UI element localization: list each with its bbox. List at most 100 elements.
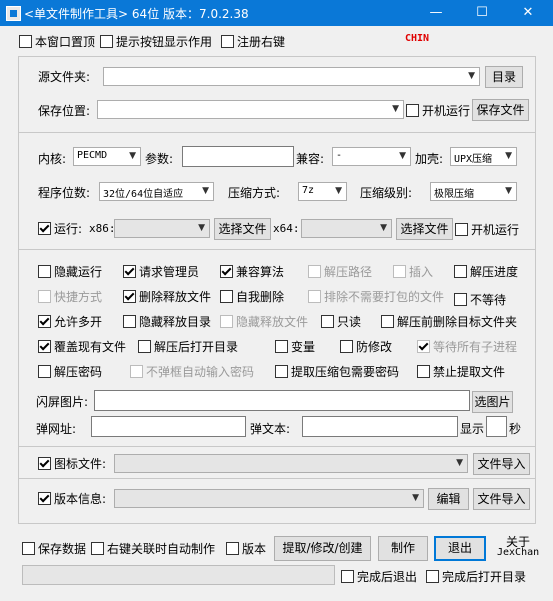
shortcut-checkbox[interactable]: 快捷方式 [38, 288, 102, 304]
version-info-combo[interactable]: ▼ [114, 489, 424, 508]
params-input[interactable] [182, 146, 294, 167]
readonly-checkbox[interactable]: 只读 [321, 313, 361, 329]
wait-children-checkbox[interactable]: 等待所有子进程 [417, 338, 517, 354]
select-image-button[interactable]: 选图片 [472, 391, 513, 413]
open-after-checkbox[interactable]: 完成后打开目录 [426, 568, 526, 584]
request-admin-checkbox[interactable]: 请求管理员 [123, 263, 199, 279]
shell-value: UPX压缩 [454, 154, 493, 165]
maximize-button[interactable]: ☐ [459, 0, 505, 26]
hide-release-dir-checkbox[interactable]: 隐藏释放目录 [123, 313, 211, 329]
extract-needs-password-checkbox[interactable]: 提取压缩包需要密码 [275, 363, 399, 379]
no-wait-checkbox[interactable]: 不等待 [454, 291, 506, 307]
save-data-checkbox[interactable]: 保存数据 [22, 540, 86, 556]
version-label: 版本 [242, 541, 267, 556]
self-delete-checkbox[interactable]: 自我删除 [220, 288, 284, 304]
anti-modify-checkbox[interactable]: 防修改 [340, 338, 392, 354]
level-label: 压缩级别: [360, 186, 413, 200]
minimize-button[interactable]: — [413, 0, 459, 26]
kernel-combo[interactable]: PECMD ▼ [73, 147, 141, 166]
x64-combo[interactable]: ▼ [301, 219, 392, 238]
run-checkbox[interactable]: 运行: [38, 220, 82, 236]
option-label: 删除释放文件 [139, 289, 212, 304]
x86-combo[interactable]: ▼ [114, 219, 210, 238]
option-label: 覆盖现有文件 [54, 339, 127, 354]
save-label: 保存位置: [38, 104, 91, 118]
option-label: 解压路径 [324, 264, 373, 279]
bits-combo[interactable]: 32位/64位自适应 ▼ [99, 182, 214, 201]
extract-path-checkbox[interactable]: 解压路径 [308, 263, 372, 279]
chevron-down-icon: ▼ [335, 186, 342, 196]
auto-make-checkbox[interactable]: 右键关联时自动制作 [91, 540, 215, 556]
method-combo[interactable]: 7z ▼ [298, 182, 347, 201]
splash-label: 闪屏图片: [36, 395, 89, 409]
option-label: 提取压缩包需要密码 [291, 364, 400, 379]
popup-url-label: 弹网址: [36, 422, 77, 436]
shell-combo[interactable]: UPX压缩 ▼ [450, 147, 517, 166]
version-info-checkbox[interactable]: 版本信息: [38, 490, 106, 506]
method-value: 7z [302, 185, 315, 196]
stay-on-top-checkbox[interactable]: 本窗口置顶 [19, 33, 95, 49]
delete-target-checkbox[interactable]: 解压前删除目标文件夹 [381, 313, 517, 329]
delete-released-checkbox[interactable]: 删除释放文件 [123, 288, 211, 304]
author-label[interactable]: JexChan [497, 547, 539, 558]
option-label: 解压密码 [54, 364, 103, 379]
exit-button[interactable]: 退出 [434, 536, 486, 561]
chevron-down-icon: ▼ [380, 223, 387, 233]
select-x86-button[interactable]: 选择文件 [214, 218, 271, 240]
level-combo[interactable]: 极限压缩 ▼ [430, 182, 517, 201]
option-label: 排除不需要打包的文件 [324, 289, 445, 304]
popup-text-input[interactable] [302, 416, 458, 437]
source-folder-combo[interactable]: ▼ [103, 67, 480, 86]
make-button[interactable]: 制作 [378, 536, 428, 561]
seconds-label: 秒 [509, 422, 522, 436]
edit-version-button[interactable]: 编辑 [428, 488, 469, 510]
forbid-extract-checkbox[interactable]: 禁止提取文件 [417, 363, 505, 379]
save-autorun-checkbox[interactable]: 开机运行 [406, 102, 470, 118]
exit-after-checkbox[interactable]: 完成后退出 [341, 568, 417, 584]
auto-password-checkbox[interactable]: 不弹框自动输入密码 [130, 363, 254, 379]
insert-checkbox[interactable]: 插入 [393, 263, 433, 279]
save-data-label: 保存数据 [38, 541, 87, 556]
select-x64-button[interactable]: 选择文件 [396, 218, 453, 240]
variable-checkbox[interactable]: 变量 [275, 338, 315, 354]
dir-button[interactable]: 目录 [485, 66, 523, 88]
save-location-combo[interactable]: ▼ [97, 100, 404, 119]
icon-import-button[interactable]: 文件导入 [473, 453, 530, 475]
option-label: 防修改 [356, 339, 393, 354]
icon-file-combo[interactable]: ▼ [114, 454, 468, 473]
compat-algo-checkbox[interactable]: 兼容算法 [220, 263, 284, 279]
register-menu-checkbox[interactable]: 注册右键 [221, 33, 285, 49]
run-label: 运行: [54, 221, 83, 236]
close-button[interactable]: ✕ [505, 0, 551, 26]
open-after-extract-checkbox[interactable]: 解压后打开目录 [138, 338, 238, 354]
run-autorun-checkbox[interactable]: 开机运行 [455, 221, 519, 237]
allow-multi-checkbox[interactable]: 允许多开 [38, 313, 102, 329]
chin-label: CHIN [405, 33, 430, 44]
show-tips-label: 提示按钮显示作用 [116, 34, 213, 49]
extract-modify-button[interactable]: 提取/修改/创建 [274, 536, 371, 561]
chevron-down-icon: ▼ [392, 104, 399, 114]
splash-input[interactable] [94, 390, 470, 411]
save-file-button[interactable]: 保存文件 [472, 99, 529, 121]
option-label: 自我删除 [236, 289, 285, 304]
chevron-down-icon: ▼ [399, 151, 406, 161]
exclude-files-checkbox[interactable]: 排除不需要打包的文件 [308, 288, 444, 304]
show-tips-checkbox[interactable]: 提示按钮显示作用 [100, 33, 212, 49]
overwrite-checkbox[interactable]: 覆盖现有文件 [38, 338, 126, 354]
x64-label: x64: [273, 222, 300, 235]
version-checkbox[interactable]: 版本 [226, 540, 266, 556]
seconds-input[interactable] [486, 416, 507, 437]
version-import-button[interactable]: 文件导入 [473, 488, 530, 510]
compat-label: 兼容: [296, 152, 325, 166]
extract-password-checkbox[interactable]: 解压密码 [38, 363, 102, 379]
compat-combo[interactable]: - ▼ [332, 147, 411, 166]
hide-release-file-checkbox[interactable]: 隐藏释放文件 [220, 313, 308, 329]
option-label: 禁止提取文件 [433, 364, 506, 379]
run-autorun-label: 开机运行 [471, 222, 520, 237]
hide-run-checkbox[interactable]: 隐藏运行 [38, 263, 102, 279]
popup-url-input[interactable] [91, 416, 246, 437]
extract-progress-checkbox[interactable]: 解压进度 [454, 263, 518, 279]
icon-file-checkbox[interactable]: 图标文件: [38, 455, 106, 471]
chevron-down-icon: ▼ [505, 151, 512, 161]
option-label: 快捷方式 [54, 289, 103, 304]
